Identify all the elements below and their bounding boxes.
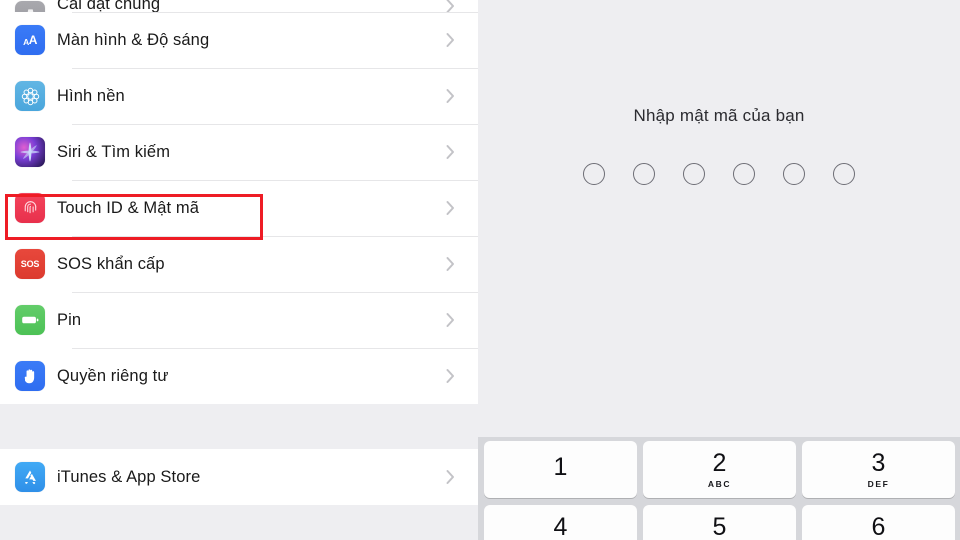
keypad-key-number: 1 — [553, 453, 568, 481]
settings-row-wallpaper[interactable]: Hình nền — [0, 68, 478, 124]
settings-row-label: Màn hình & Độ sáng — [57, 30, 210, 49]
keypad-key-number: 5 — [712, 512, 727, 540]
passcode-dot — [583, 163, 605, 185]
wallpaper-icon — [15, 81, 45, 111]
keypad-row: 1 2 ABC 3 DEF — [484, 441, 955, 498]
settings-groups: Cài đặt chung A A Màn hình & Độ sáng Hình nề… — [0, 0, 478, 540]
group-separator — [0, 404, 478, 449]
settings-row-label: Touch ID & Mật mã — [57, 198, 199, 217]
app-store-icon — [15, 462, 45, 492]
settings-row-emergency-sos[interactable]: SOS SOS khẩn cấp — [0, 236, 478, 292]
keypad-key-4[interactable]: 4GHI — [484, 505, 637, 540]
keypad-row: 4GHI5JKL6MNO — [484, 505, 955, 540]
passcode-entry-panel: Nhập mật mã của bạn 12ABC3DEF4GHI5JKL6MN… — [478, 0, 960, 540]
store-group: iTunes & App Store — [0, 449, 478, 505]
keypad-key-letters: DEF — [867, 478, 890, 489]
chevron-right-icon — [446, 89, 455, 104]
general-gear-icon — [15, 1, 45, 12]
passcode-dot — [733, 163, 755, 185]
display-brightness-icon: AA — [15, 25, 45, 55]
chevron-right-icon — [446, 201, 455, 216]
settings-row-label: Cài đặt chung — [57, 0, 161, 12]
privacy-hand-icon — [15, 361, 45, 391]
list-bottom-gap — [0, 505, 478, 540]
settings-row-siri-search[interactable]: Siri & Tìm kiếm — [0, 124, 478, 180]
settings-row-label: SOS khẩn cấp — [57, 254, 165, 273]
settings-row-display-brightness[interactable]: A A Màn hình & Độ sáng — [0, 12, 478, 68]
keypad-key-6[interactable]: 6MNO — [802, 505, 955, 540]
settings-row-touch-id[interactable]: Touch ID & Mật mã — [0, 180, 478, 236]
settings-row-label: Pin — [57, 310, 82, 329]
settings-row-battery[interactable]: Pin — [0, 292, 478, 348]
keypad-key-letters: ABC — [707, 478, 732, 489]
battery-icon — [15, 305, 45, 335]
settings-row-label: Quyền riêng tư — [57, 366, 169, 385]
settings-row-privacy-hand[interactable]: Quyền riêng tư — [0, 348, 478, 404]
passcode-dot-indicators — [478, 163, 960, 185]
chevron-right-icon — [446, 145, 455, 160]
chevron-right-icon — [446, 0, 455, 12]
keypad-key-number: 3 — [871, 448, 886, 477]
passcode-dot — [783, 163, 805, 185]
passcode-dot — [633, 163, 655, 185]
settings-row-label: Hình nền — [57, 86, 125, 105]
keypad-key-1[interactable]: 1 — [484, 441, 637, 498]
chevron-right-icon — [446, 257, 455, 272]
passcode-dot — [683, 163, 705, 185]
chevron-right-icon — [446, 369, 455, 384]
passcode-dot — [833, 163, 855, 185]
keypad-key-3[interactable]: 3 DEF — [802, 441, 955, 498]
keypad-key-5[interactable]: 5JKL — [643, 505, 796, 540]
keypad-key-number: 2 — [712, 448, 727, 477]
siri-search-icon — [15, 137, 45, 167]
touch-id-icon — [15, 193, 45, 223]
chevron-right-icon — [446, 33, 455, 48]
settings-row-label: iTunes & App Store — [57, 467, 201, 486]
keypad-key-number: 4 — [553, 512, 568, 540]
settings-row-app-store[interactable]: iTunes & App Store — [0, 449, 478, 505]
keypad-key-number: 6 — [871, 512, 886, 540]
settings-list-panel: Cài đặt chung A A Màn hình & Độ sáng Hình nề… — [0, 0, 478, 540]
passcode-prompt-label: Nhập mật mã của bạn — [633, 106, 805, 125]
settings-row-label: Siri & Tìm kiếm — [57, 142, 171, 161]
numeric-keypad[interactable]: 12ABC3DEF4GHI5JKL6MNO — [478, 437, 960, 540]
chevron-right-icon — [446, 313, 455, 328]
emergency-sos-icon: SOS — [15, 249, 45, 279]
settings-row-general-gear[interactable]: Cài đặt chung — [0, 0, 478, 12]
chevron-right-icon — [446, 470, 455, 485]
display-group: Cài đặt chung A A Màn hình & Độ sáng Hình nề… — [0, 0, 478, 404]
keypad-key-2[interactable]: 2 ABC — [643, 441, 796, 498]
ios-settings-passcode-screen: Cài đặt chung A A Màn hình & Độ sáng Hình nề… — [0, 0, 960, 540]
